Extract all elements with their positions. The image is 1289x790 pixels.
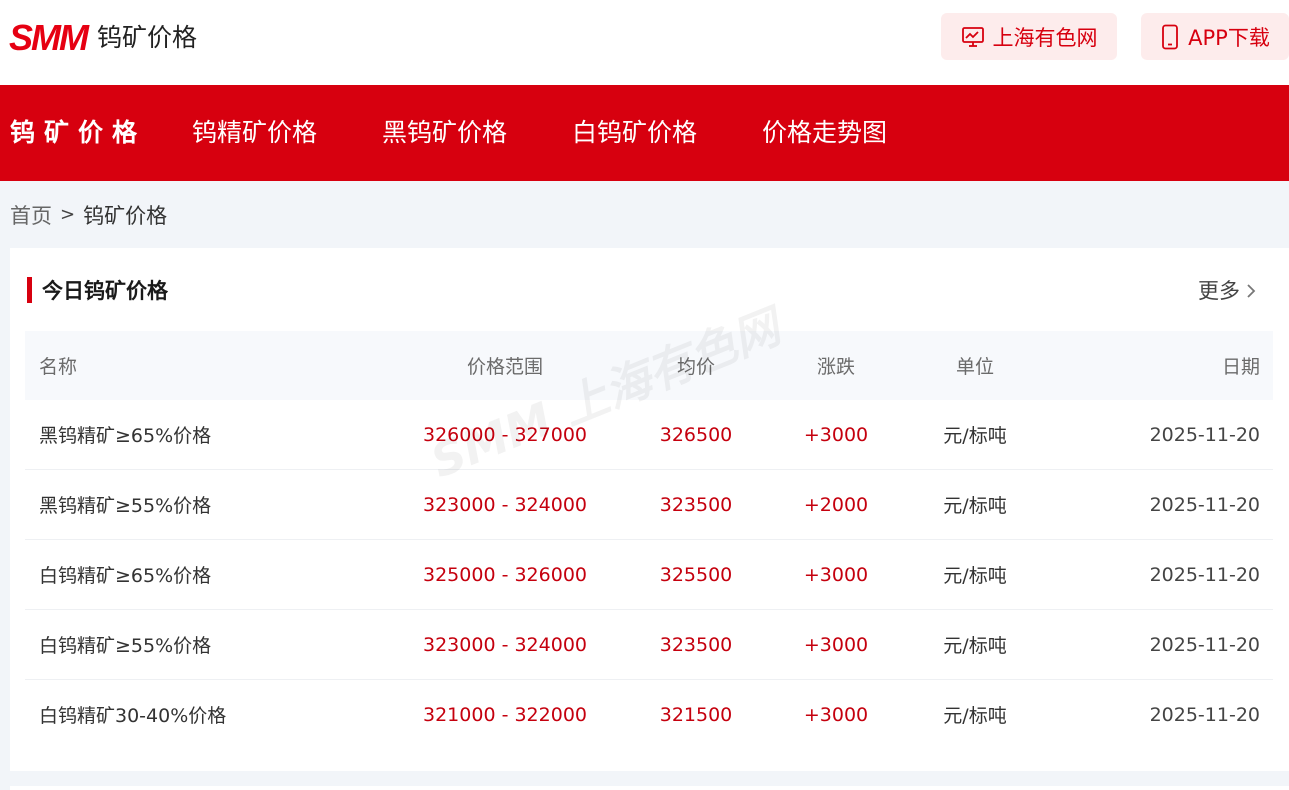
row-date: 2025-11-20	[1149, 493, 1260, 516]
row-avg: 323500	[659, 633, 733, 656]
table-row[interactable]: 白钨精矿≥65%价格 325000 - 326000 325500 +3000 …	[25, 540, 1273, 610]
breadcrumb-current: 钨矿价格	[83, 203, 168, 228]
row-change: +2000	[803, 493, 869, 516]
row-change: +3000	[803, 563, 869, 586]
row-range: 323000 - 324000	[423, 633, 587, 656]
col-header-date: 日期	[1221, 356, 1260, 378]
row-unit: 元/标吨	[943, 705, 1007, 727]
breadcrumb: 首页 > 钨矿价格	[0, 181, 1289, 248]
row-change: +3000	[803, 633, 869, 656]
breadcrumb-home-link[interactable]: 首页	[10, 200, 52, 230]
app-download-button[interactable]: APP下载	[1141, 13, 1289, 60]
title-accent-bar	[27, 277, 32, 303]
col-header-change: 涨跌	[816, 356, 855, 378]
price-table: 名称 价格范围 均价 涨跌 单位 日期 黑钨精矿≥65%价格 326000 - …	[25, 331, 1273, 749]
row-range: 321000 - 322000	[423, 703, 587, 726]
monitor-chart-icon	[961, 26, 984, 47]
row-avg: 326500	[659, 423, 733, 446]
row-unit: 元/标吨	[943, 495, 1007, 517]
nav-item-scheelite[interactable]: 白钨矿价格	[572, 85, 697, 181]
app-download-label: APP下载	[1188, 25, 1270, 50]
row-name[interactable]: 白钨精矿30-40%价格	[25, 701, 405, 728]
phone-icon	[1162, 24, 1179, 49]
row-name[interactable]: 黑钨精矿≥55%价格	[25, 491, 405, 518]
row-unit: 元/标吨	[943, 425, 1007, 447]
col-header-unit: 单位	[955, 356, 994, 378]
row-change: +3000	[803, 423, 869, 446]
card-title: 今日钨矿价格	[42, 279, 168, 303]
nav-item-price-chart[interactable]: 价格走势图	[762, 85, 887, 181]
smm-website-label: 上海有色网	[992, 25, 1098, 50]
nav-item-wolframite[interactable]: 黑钨矿价格	[382, 85, 507, 181]
row-unit: 元/标吨	[943, 635, 1007, 657]
row-unit: 元/标吨	[943, 565, 1007, 587]
row-avg: 323500	[659, 493, 733, 516]
row-range: 323000 - 324000	[423, 493, 587, 516]
next-card-edge	[10, 786, 1289, 790]
row-range: 325000 - 326000	[423, 563, 587, 586]
row-range: 326000 - 327000	[423, 423, 587, 446]
row-avg: 325500	[659, 563, 733, 586]
table-row[interactable]: 白钨精矿≥55%价格 323000 - 324000 323500 +3000 …	[25, 610, 1273, 680]
main-nav: 钨矿价格 钨精矿价格 黑钨矿价格 白钨矿价格 价格走势图	[0, 85, 1289, 181]
nav-item-concentrate[interactable]: 钨精矿价格	[192, 85, 317, 181]
site-logo[interactable]: SMM 钨矿价格	[9, 20, 197, 56]
table-header-row: 名称 价格范围 均价 涨跌 单位 日期	[25, 331, 1273, 400]
card-header: 今日钨矿价格 更多	[27, 276, 1289, 306]
breadcrumb-separator: >	[60, 204, 76, 225]
col-header-avg: 均价	[676, 356, 715, 378]
row-name[interactable]: 黑钨精矿≥65%价格	[25, 421, 405, 448]
smm-logo-mark: SMM	[9, 17, 89, 58]
top-header: SMM 钨矿价格 上海有色网 APP下载	[0, 0, 1289, 85]
more-label: 更多	[1198, 279, 1240, 303]
page-title: 钨矿价格	[97, 23, 198, 52]
row-avg: 321500	[659, 703, 733, 726]
smm-website-button[interactable]: 上海有色网	[941, 13, 1117, 60]
row-change: +3000	[803, 703, 869, 726]
table-row[interactable]: 白钨精矿30-40%价格 321000 - 322000 321500 +300…	[25, 680, 1273, 749]
chevron-right-icon	[1247, 284, 1256, 298]
row-date: 2025-11-20	[1149, 563, 1260, 586]
col-header-range: 价格范围	[466, 356, 543, 378]
table-row[interactable]: 黑钨精矿≥55%价格 323000 - 324000 323500 +2000 …	[25, 470, 1273, 540]
row-date: 2025-11-20	[1149, 423, 1260, 446]
row-date: 2025-11-20	[1149, 703, 1260, 726]
row-name[interactable]: 白钨精矿≥65%价格	[25, 561, 405, 588]
more-link[interactable]: 更多	[1198, 276, 1256, 306]
row-name[interactable]: 白钨精矿≥55%价格	[25, 631, 405, 658]
row-date: 2025-11-20	[1149, 633, 1260, 656]
nav-brand[interactable]: 钨矿价格	[10, 85, 192, 181]
table-row[interactable]: 黑钨精矿≥65%价格 326000 - 327000 326500 +3000 …	[25, 400, 1273, 470]
price-card: 今日钨矿价格 更多 名称 价格范围 均价 涨跌 单位 日期 黑钨精矿≥65%价格…	[10, 248, 1289, 771]
col-header-name: 名称	[39, 356, 78, 378]
